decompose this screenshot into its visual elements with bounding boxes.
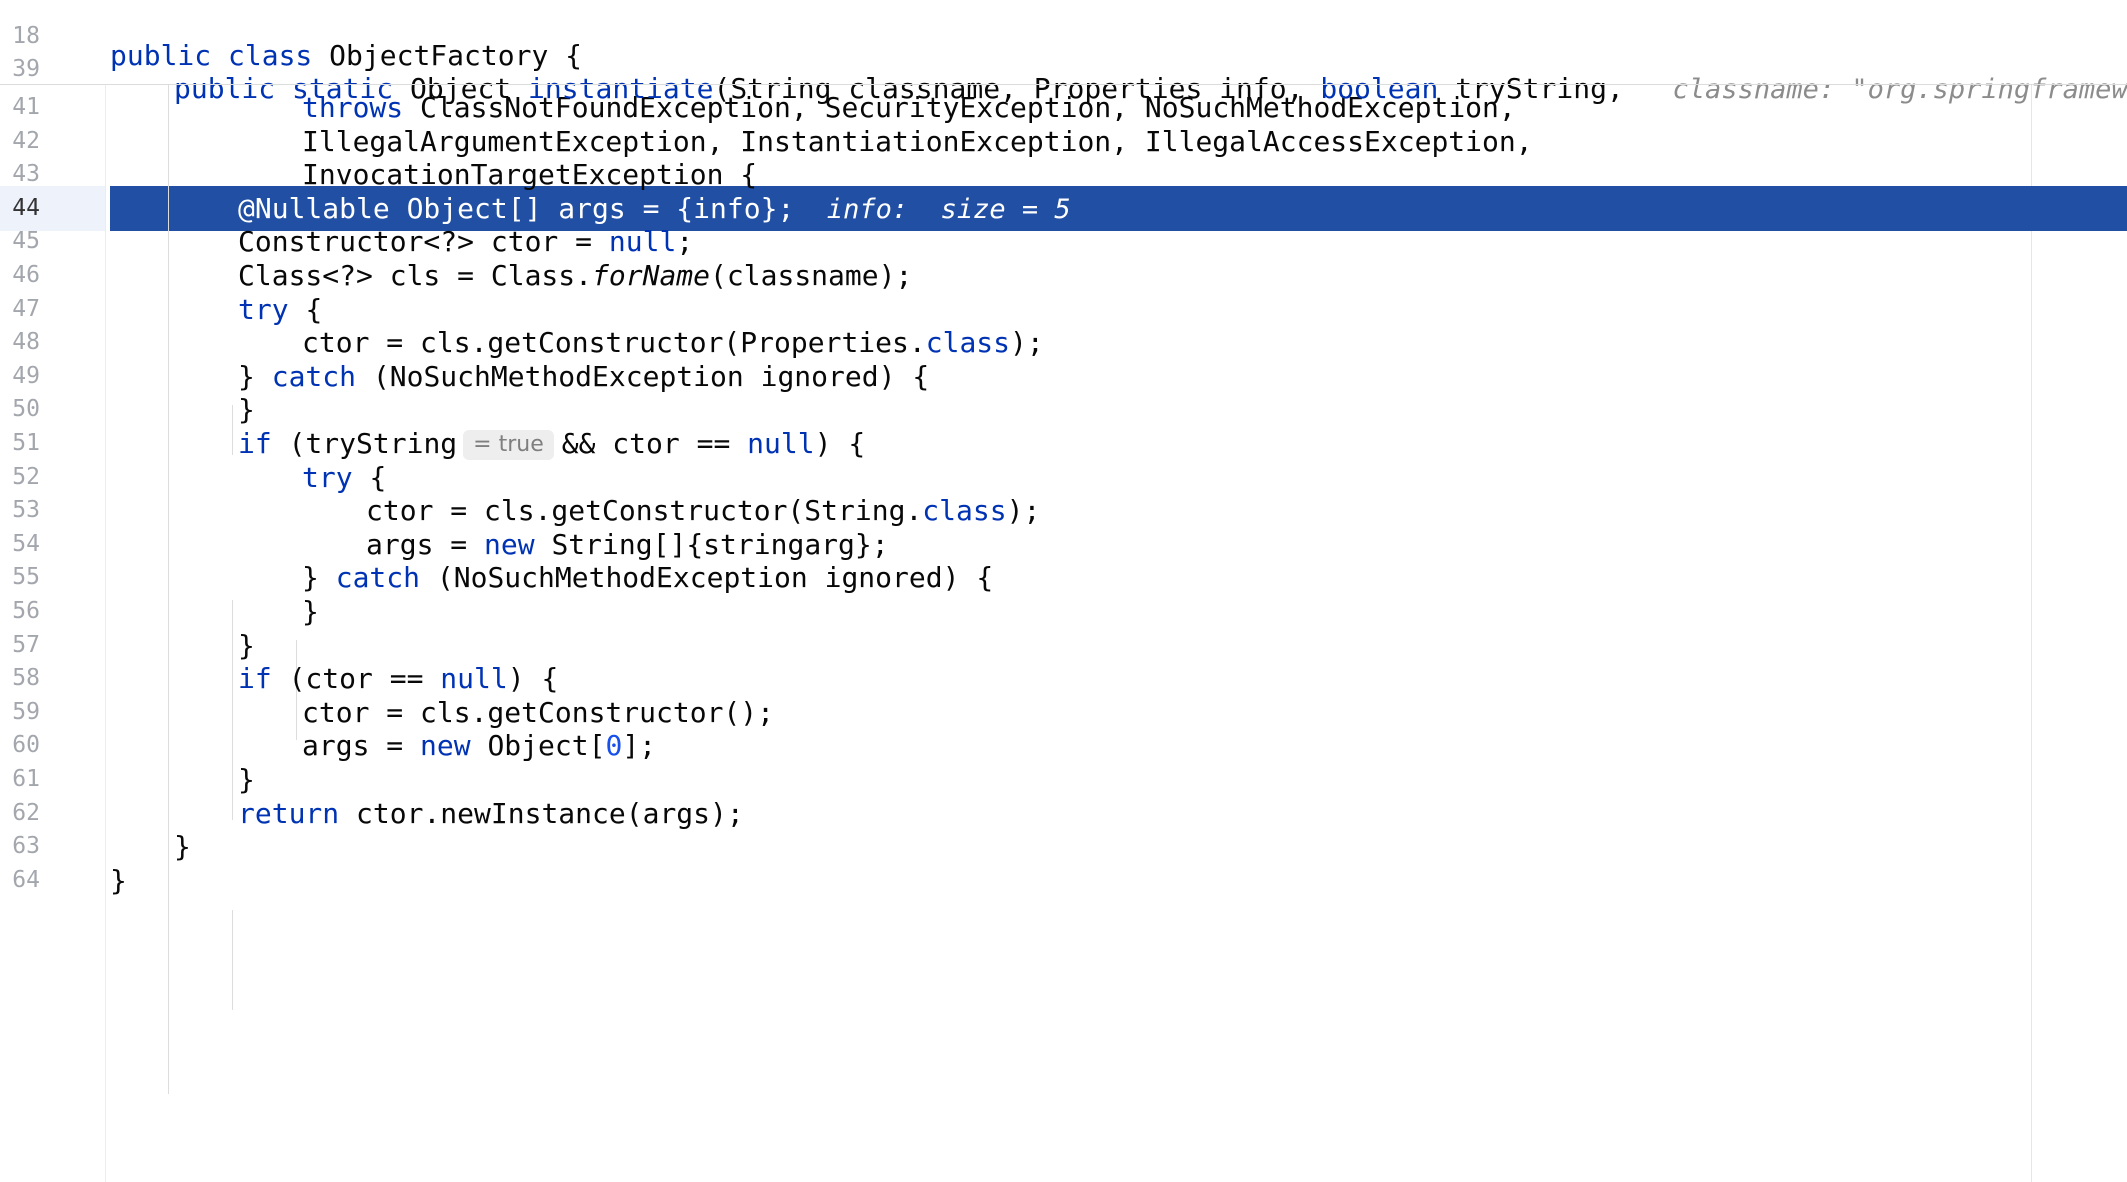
- code-token: (String classname, Properties info,: [713, 72, 1321, 105]
- sticky-line[interactable]: 39 public static Object instantiate(Stri…: [0, 28, 2127, 105]
- code-token: ];: [622, 729, 657, 763]
- code-text: }: [302, 589, 319, 634]
- code-text: args = new Object[0];: [302, 723, 656, 768]
- code-token: );: [1006, 494, 1041, 528]
- code-token: ) {: [814, 427, 866, 460]
- keyword-token: catch: [271, 359, 373, 393]
- debug-inline-value: info: size = 5: [794, 193, 1071, 225]
- code-token: (NoSuchMethodException ignored) {: [372, 359, 930, 393]
- keyword-token: new: [420, 729, 488, 763]
- keyword-token: class: [925, 326, 1011, 360]
- sticky-separator: [0, 84, 2127, 85]
- keyword-token: if: [238, 662, 289, 696]
- code-token: tryString,: [1455, 72, 1624, 105]
- code-token: && ctor ==: [561, 427, 748, 460]
- line-number[interactable]: 64: [0, 858, 40, 903]
- keyword-token: public static: [174, 72, 411, 105]
- keyword-token: catch: [335, 561, 437, 595]
- keyword-token: if: [238, 427, 289, 460]
- keyword-token: boolean: [1320, 72, 1456, 105]
- code-token: }: [174, 830, 191, 864]
- code-token: args =: [302, 729, 421, 763]
- code-token: 0: [605, 729, 623, 763]
- indent-guide: [232, 600, 233, 820]
- code-text: } catch (NoSuchMethodException ignored) …: [302, 555, 993, 600]
- code-line[interactable]: 64}: [0, 858, 2127, 903]
- code-text: } catch (NoSuchMethodException ignored) …: [238, 354, 929, 399]
- code-token: Object[: [487, 729, 606, 763]
- keyword-token: class: [922, 494, 1007, 528]
- code-text: }: [110, 858, 127, 903]
- code-text: return ctor.newInstance(args);: [238, 791, 744, 836]
- keyword-token: try: [238, 292, 306, 326]
- code-token: forName: [592, 259, 711, 292]
- code-token: Object: [410, 72, 529, 105]
- code-token: );: [1010, 326, 1044, 360]
- code-token: (classname);: [710, 259, 913, 292]
- code-text: Class<?> cls = Class.forName(classname);: [238, 253, 912, 298]
- inlay-hint: = true: [463, 430, 554, 460]
- sticky-scroll-header[interactable]: 18 public class ObjectFactory { 39 publi…: [0, 0, 2127, 105]
- code-editor[interactable]: 18 public class ObjectFactory { 39 publi…: [0, 0, 2127, 1182]
- line-number: 39: [12, 56, 40, 82]
- indent-guide: [232, 405, 233, 455]
- code-token: (NoSuchMethodException ignored) {: [436, 561, 994, 595]
- keyword-token: instantiate: [528, 72, 714, 105]
- code-text: }: [174, 824, 191, 869]
- code-token: }: [110, 863, 127, 897]
- code-token: ctor.newInstance(args);: [356, 796, 744, 830]
- code-token: }: [302, 595, 319, 628]
- code-text: public static Object instantiate(String …: [174, 66, 2127, 112]
- keyword-token: null: [747, 427, 815, 460]
- keyword-token: return: [238, 796, 357, 830]
- indent-guide: [168, 85, 169, 1094]
- indent-guide: [232, 910, 233, 1010]
- debug-inline-value: classname: "org.springframework.co: [1672, 74, 2127, 105]
- keyword-token: try: [302, 460, 370, 494]
